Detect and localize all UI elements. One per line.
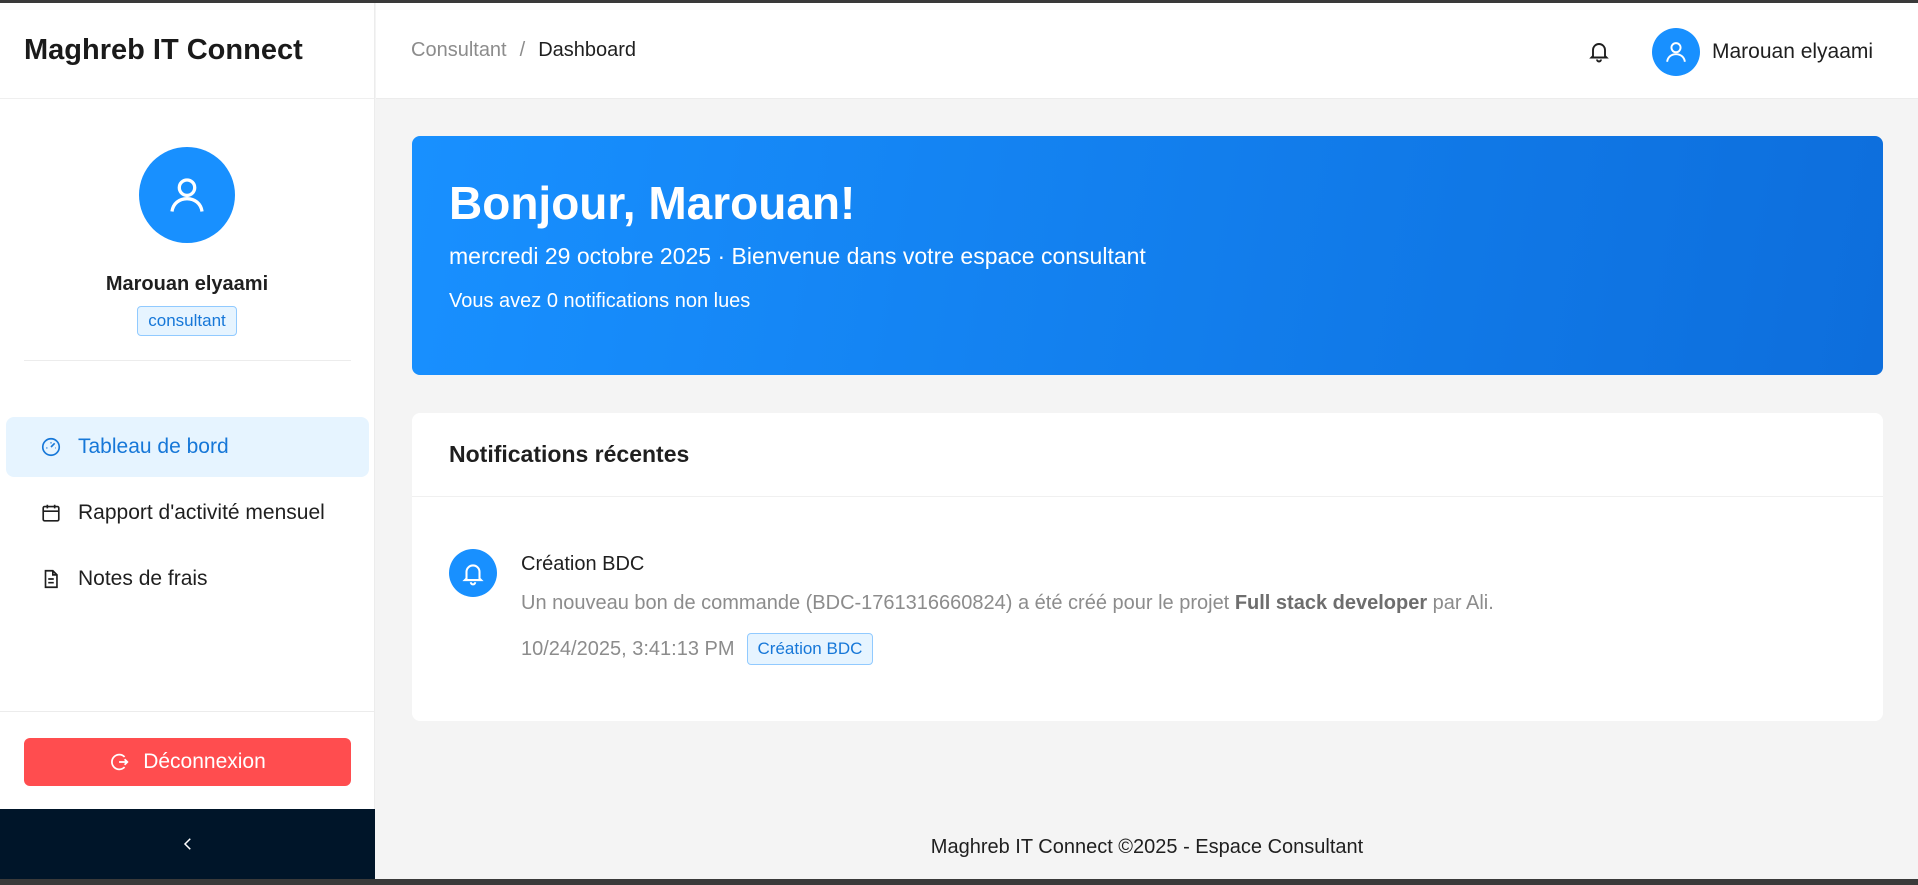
- user-icon: [1666, 42, 1686, 62]
- welcome-title: Bonjour, Marouan!: [449, 177, 856, 229]
- unread-notifications-text: Vous avez 0 notifications non lues: [449, 290, 751, 312]
- breadcrumb-current: Dashboard: [538, 39, 637, 61]
- sidebar-item-label: Notes de frais: [78, 567, 208, 590]
- notification-meta: 10/24/2025, 3:41:13 PM Création BDC: [521, 633, 1494, 665]
- user-avatar: [139, 147, 235, 243]
- sidebar-item-expense-notes[interactable]: Notes de frais: [6, 549, 369, 609]
- notification-tag: Création BDC: [746, 633, 874, 665]
- breadcrumb-separator: /: [519, 39, 526, 61]
- chevron-left-icon: [183, 838, 191, 850]
- sidebar-item-label: Rapport d'activité mensuel: [78, 501, 325, 524]
- notification-body: Création BDC Un nouveau bon de commande …: [521, 549, 1494, 665]
- role-badge: consultant: [137, 306, 237, 336]
- user-menu[interactable]: Marouan elyaami: [1652, 28, 1873, 76]
- divider: [23, 360, 351, 361]
- sidebar-nav: Tableau de bord Rapport d'activité mensu…: [6, 417, 369, 615]
- bell-icon: [1589, 43, 1609, 63]
- notification-timestamp: 10/24/2025, 3:41:13 PM: [521, 637, 735, 660]
- breadcrumb: Consultant / Dashboard: [411, 39, 636, 62]
- logout-button[interactable]: Déconnexion: [24, 738, 351, 786]
- description-text: Un nouveau bon de commande (BDC-17613166…: [521, 592, 1235, 614]
- notification-avatar: [449, 549, 497, 597]
- breadcrumb-parent[interactable]: Consultant: [411, 39, 507, 62]
- notifications-button[interactable]: [1579, 31, 1619, 71]
- description-text: par Ali.: [1427, 592, 1494, 614]
- calendar-icon: [40, 502, 62, 524]
- user-icon: [170, 178, 204, 212]
- sidebar-item-label: Tableau de bord: [78, 435, 229, 458]
- welcome-subtitle: mercredi 29 octobre 2025 · Bienvenue dan…: [449, 243, 1146, 269]
- bell-icon: [462, 564, 484, 586]
- top-header: Consultant / Dashboard Marouan elyaami: [376, 3, 1918, 99]
- sidebar-collapse-button[interactable]: [0, 809, 375, 879]
- list-item[interactable]: Création BDC Un nouveau bon de commande …: [449, 549, 1494, 665]
- logout-icon: [109, 751, 131, 773]
- profile-name: Marouan elyaami: [105, 273, 269, 295]
- sidebar-item-monthly-report[interactable]: Rapport d'activité mensuel: [6, 483, 369, 543]
- profile-section: Marouan elyaami consultant: [0, 99, 374, 361]
- project-name: Full stack developer: [1234, 592, 1428, 614]
- notification-description: Un nouveau bon de commande (BDC-17613166…: [521, 592, 1494, 615]
- avatar: [1652, 28, 1700, 76]
- recent-notifications-card: Notifications récentes Création BDC Un n…: [412, 413, 1883, 721]
- file-icon: [40, 568, 62, 590]
- footer: Maghreb IT Connect ©2025 - Espace Consul…: [930, 836, 1364, 858]
- dashboard-icon: [40, 436, 62, 458]
- user-name: Marouan elyaami: [1712, 40, 1874, 63]
- divider: [0, 711, 375, 712]
- sidebar: Maghreb IT Connect Marouan elyaami consu…: [0, 3, 375, 879]
- window-bottom-border: [0, 879, 1918, 885]
- card-title: Notifications récentes: [412, 413, 1883, 497]
- notification-title: Création BDC: [521, 553, 645, 575]
- welcome-banner: Bonjour, Marouan! mercredi 29 octobre 20…: [412, 136, 1883, 375]
- logout-label: Déconnexion: [143, 750, 266, 773]
- brand-title: Maghreb IT Connect: [0, 3, 374, 99]
- sidebar-item-dashboard[interactable]: Tableau de bord: [6, 417, 369, 477]
